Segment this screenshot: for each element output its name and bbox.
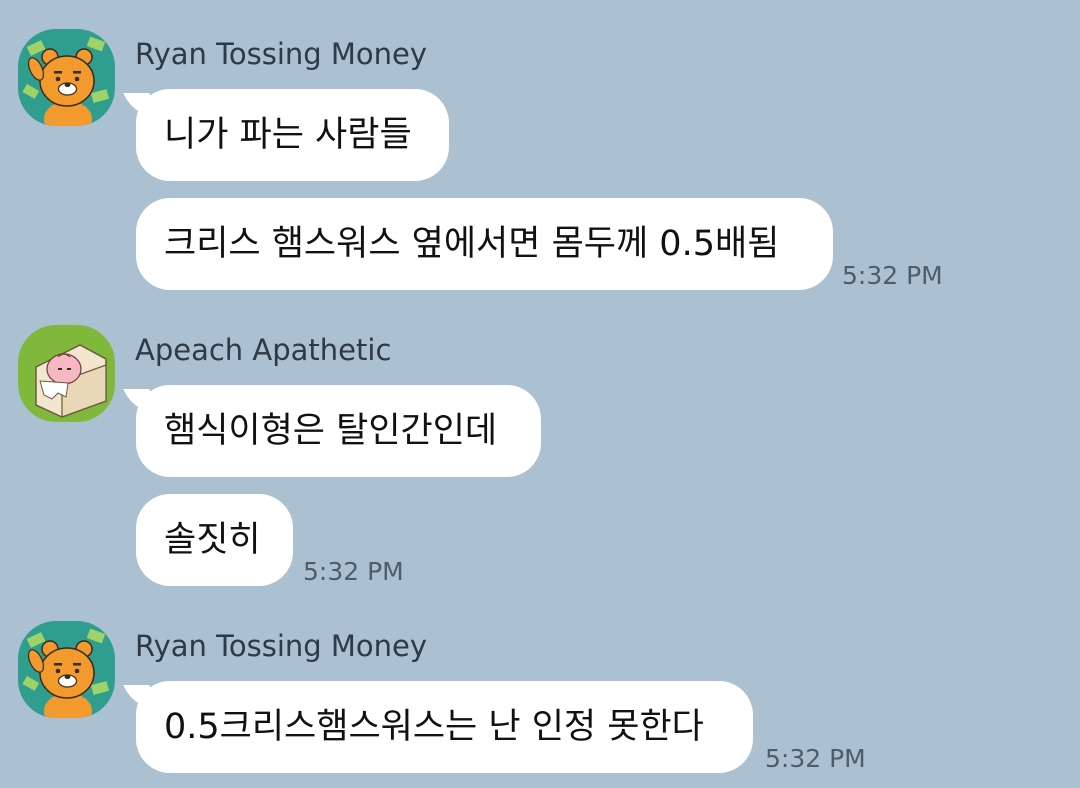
sender-name: Apeach Apathetic bbox=[135, 333, 392, 367]
sender-name: Ryan Tossing Money bbox=[135, 629, 428, 663]
message-timestamp: 5:32 PM bbox=[765, 744, 866, 773]
message-bubble[interactable]: 니가 파는 사람들 bbox=[136, 89, 449, 181]
message-bubble[interactable]: 햄식이형은 탈인간인데 bbox=[136, 385, 541, 477]
ryan-tossing-money-avatar[interactable] bbox=[18, 29, 115, 126]
message-timestamp: 5:32 PM bbox=[303, 557, 404, 586]
ryan-tossing-money-avatar[interactable] bbox=[18, 621, 115, 718]
message-timestamp: 5:32 PM bbox=[842, 261, 943, 290]
sender-name: Ryan Tossing Money bbox=[135, 37, 428, 71]
message-bubble[interactable]: 0.5크리스햄스워스는 난 인정 못한다 bbox=[136, 681, 753, 773]
message-bubble[interactable]: 솔짓히 bbox=[136, 494, 293, 586]
message-bubble[interactable]: 크리스 햄스워스 옆에서면 몸두께 0.5배됨 bbox=[136, 198, 833, 290]
apeach-apathetic-avatar[interactable] bbox=[18, 325, 115, 422]
